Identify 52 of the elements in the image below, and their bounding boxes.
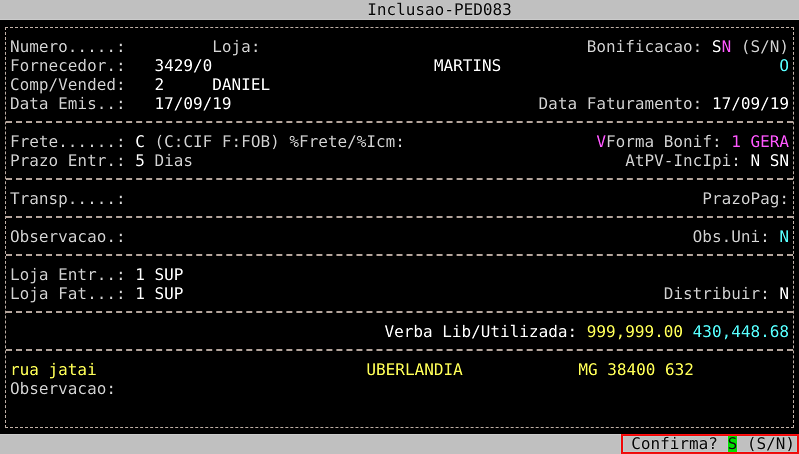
field-label: Observacao.: [10, 227, 126, 246]
field-value: DANIEL [212, 75, 270, 94]
field-label: Loja Entr..: [10, 265, 126, 284]
field-label: Distribuir: [664, 284, 770, 303]
field-value: N [779, 227, 789, 246]
field-value: N [779, 284, 789, 303]
window-title: Inclusao-PED083 [367, 0, 512, 20]
field-value: MG 38400 632 [578, 360, 694, 379]
field-value: rua jatai [10, 360, 97, 379]
field-value: 999,999.00 [586, 322, 684, 341]
field-label: %Frete/%Icm: [289, 132, 405, 151]
field-label: Transp.....: [10, 189, 126, 208]
prompt-text: Confirma? [631, 436, 718, 452]
field-label: AtPV-IncIpi: [625, 151, 741, 170]
field-value: SUP [154, 284, 184, 303]
field-label: (C:CIF F:FOB) [154, 132, 280, 151]
answer-field[interactable]: S [728, 436, 738, 452]
field-value: O [779, 56, 789, 75]
field-label: Observacao: [10, 379, 116, 398]
field-label: Bonificacao: [586, 37, 702, 56]
field-label: Frete......: [10, 132, 126, 151]
field-value: SUP [154, 265, 184, 284]
prompt-hint: (S/N) [746, 436, 795, 452]
field-label: PrazoPag: [702, 189, 789, 208]
field-label: Prazo Entr.: [10, 151, 126, 170]
field-value: 1 [135, 284, 145, 303]
field-label: Comp/Vended: [10, 75, 126, 94]
field-value: 5 [135, 151, 145, 170]
field-value: MARTINS [434, 56, 502, 75]
field-label: Loja Fat...: [10, 284, 126, 303]
field-value: 17/09/19 [712, 94, 789, 113]
field-value: 3429/0 [154, 56, 212, 75]
field-value: C [135, 132, 145, 151]
field-label: Loja: [212, 37, 260, 56]
field-value: N [750, 151, 760, 170]
field-value: SN [712, 37, 732, 56]
field-value: SN [770, 151, 789, 170]
field-label: Obs.Uni: [692, 227, 770, 246]
field-value: 1 [135, 265, 145, 284]
field-value: 17/09/19 [154, 94, 232, 113]
field-label: Dias [154, 151, 194, 170]
field-value: 2 [154, 75, 164, 94]
field-value: UBERLANDIA [366, 360, 463, 379]
field-label: Data Faturamento: [538, 94, 702, 113]
field-label: Data Emis..: [10, 94, 126, 113]
field-value: 1 GERA [731, 132, 789, 151]
field-label: Numero.....: [10, 37, 126, 56]
field-label: (S/N) [740, 37, 789, 56]
field-value: 430,448.68 [692, 322, 789, 341]
field-value: Verba Lib/Utilizada: [384, 322, 578, 341]
field-label: VForma Bonif: [596, 132, 722, 151]
field-label: Fornecedor.: [10, 56, 126, 75]
